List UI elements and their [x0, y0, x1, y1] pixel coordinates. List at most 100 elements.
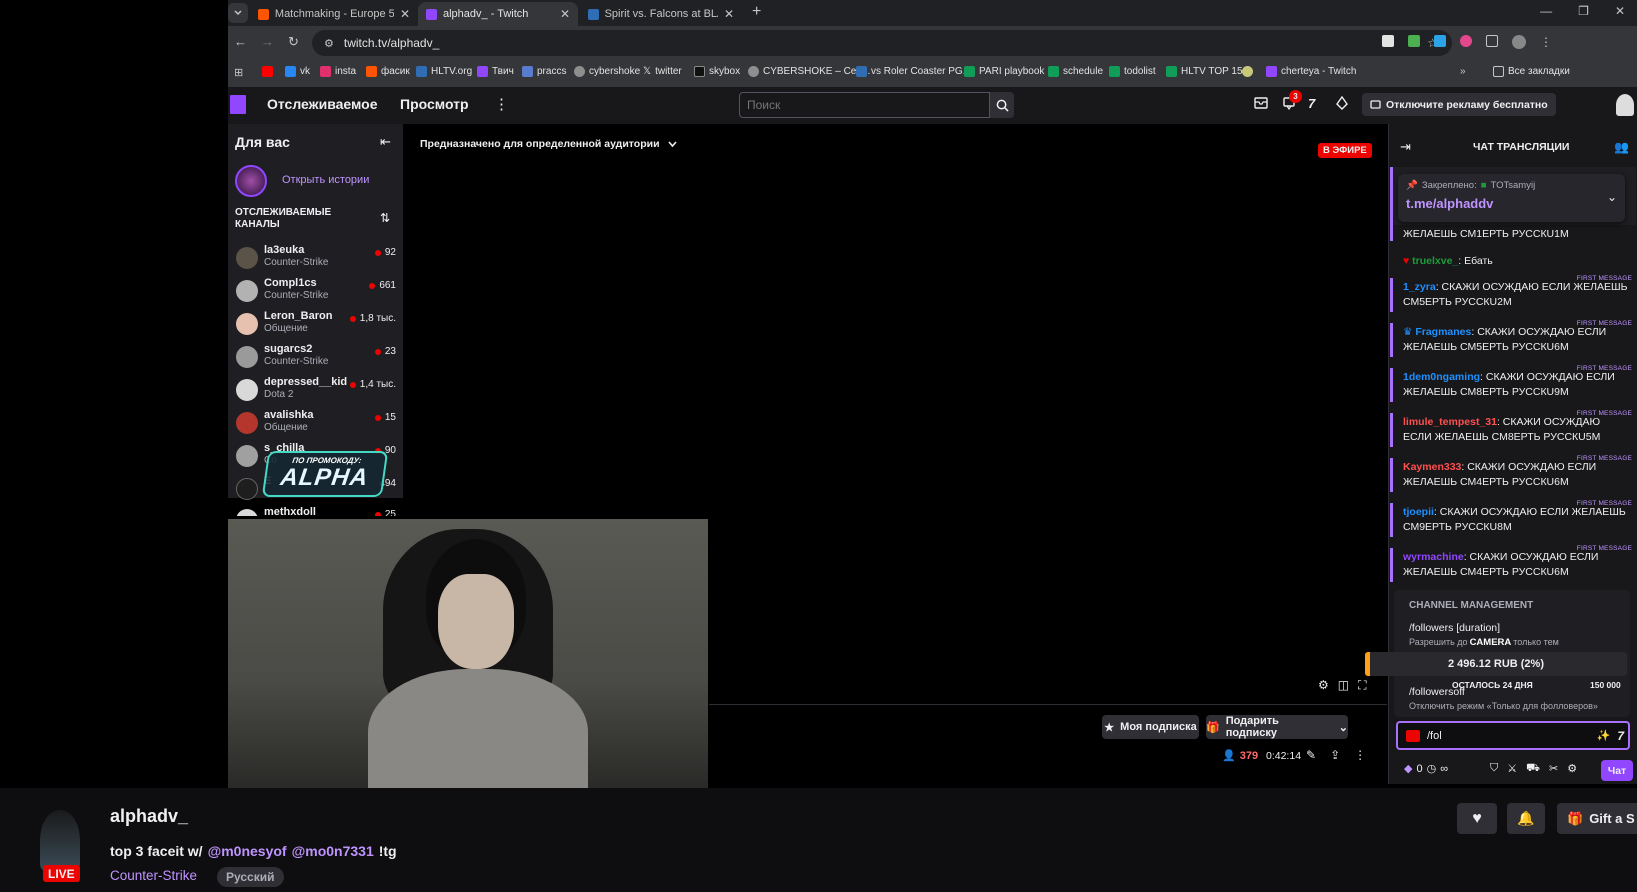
search-input[interactable]: [747, 98, 977, 112]
pinned-message[interactable]: 📌 Закреплено: ■ TOTsamyij t.me/alphaddv ⌄: [1398, 174, 1625, 222]
settings-icon[interactable]: ⚙: [1567, 762, 1577, 776]
community-icon[interactable]: 👥: [1614, 140, 1629, 154]
send-chat-button[interactable]: Чат: [1601, 760, 1633, 781]
extensions-puzzle-icon[interactable]: [1486, 35, 1498, 47]
command-followers[interactable]: /followers [duration]: [1409, 622, 1500, 634]
more-menu-icon[interactable]: ⋮: [494, 95, 509, 113]
bookmark-youtube[interactable]: [262, 66, 273, 77]
extension-icon[interactable]: [1408, 35, 1420, 47]
emote-icon[interactable]: ✨: [1597, 729, 1611, 742]
nav-browse[interactable]: Просмотр: [400, 96, 469, 112]
nav-following[interactable]: Отслеживаемое: [267, 96, 378, 112]
7tv-icon[interactable]: 7: [1617, 729, 1624, 743]
bookmark-praccs[interactable]: praccs: [522, 66, 566, 77]
close-tab-icon[interactable]: ✕: [400, 7, 410, 21]
more-options-icon[interactable]: ⋮: [1354, 748, 1366, 762]
bookmark-schedule[interactable]: schedule: [1048, 66, 1103, 77]
cut-icon[interactable]: ✂: [1549, 762, 1558, 776]
bookmark-skybox[interactable]: skybox: [694, 66, 740, 77]
pinned-text[interactable]: t.me/alphaddv: [1406, 196, 1493, 211]
channel-points[interactable]: ◆ 0 ◷ ∞: [1404, 762, 1448, 776]
chat-message[interactable]: ♥ truelxve_: Ебать: [1390, 252, 1636, 271]
command-followersoff[interactable]: /followersoff: [1409, 686, 1465, 698]
channel-item[interactable]: avalishka Общение 15: [236, 407, 396, 439]
follow-button[interactable]: ♥: [1457, 803, 1497, 834]
tab-list-button[interactable]: [228, 3, 248, 23]
more-menu-icon[interactable]: ⋮: [1540, 35, 1552, 49]
profile-avatar[interactable]: [1512, 35, 1526, 49]
back-button[interactable]: ←: [234, 34, 247, 50]
gift-sub-button[interactable]: 🎁 Подарить подписку ⌄: [1206, 715, 1348, 739]
channel-item[interactable]: Leron_Baron Общение 1,8 тыс.: [236, 308, 396, 340]
address-bar[interactable]: ⚙ twitch.tv/alphadv_ ☆: [312, 30, 1452, 56]
streamer-avatar[interactable]: [40, 810, 80, 870]
bits-icon[interactable]: [1336, 96, 1348, 110]
gift-sub-main-button[interactable]: 🎁 Gift a S: [1557, 803, 1637, 834]
chat-message[interactable]: FIRST MESSAGE ♛ Fragmanes: СКАЖИ ОСУЖДАЮ …: [1390, 320, 1636, 357]
chat-message[interactable]: FIRST MESSAGE limule_tempest_31: СКАЖИ ОС…: [1390, 410, 1636, 447]
fullscreen-icon[interactable]: ⛶: [1358, 678, 1366, 693]
user-avatar[interactable]: [1616, 94, 1634, 116]
chevron-down-icon[interactable]: ⌄: [1607, 190, 1617, 204]
chat-message[interactable]: FIRST MESSAGE tjoepii: СКАЖИ ОСУЖДАЮ ЕСЛИ…: [1390, 500, 1636, 537]
chat-message[interactable]: FIRST MESSAGE wyrmachine: СКАЖИ ОСУЖДАЮ Е…: [1390, 545, 1636, 582]
edit-icon[interactable]: ✎: [1306, 748, 1316, 762]
mention-link[interactable]: @mo0n7331: [292, 843, 374, 859]
chat-input[interactable]: [1427, 729, 1577, 742]
chat-message[interactable]: FIRST MESSAGE 1dem0ngaming: СКАЖИ ОСУЖДАЮ…: [1390, 365, 1636, 402]
channel-item[interactable]: Compl1cs Counter-Strike 661: [236, 275, 396, 307]
bookmark-cherteya[interactable]: cherteya - Twitch: [1266, 66, 1356, 77]
extension-icon[interactable]: [1382, 35, 1394, 47]
inbox-icon[interactable]: [1254, 97, 1268, 109]
extension-icon[interactable]: [1460, 35, 1472, 47]
mention-link[interactable]: @m0nesyof: [208, 843, 287, 859]
bookmark-todolist[interactable]: todolist: [1109, 66, 1156, 77]
chat-input-wrapper[interactable]: ✨ 7: [1396, 721, 1630, 750]
close-tab-icon[interactable]: ✕: [560, 7, 570, 21]
browser-tab-hltv[interactable]: Spirit vs. Falcons at BLAST Rival ✕: [580, 2, 742, 26]
bookmark-hltv-2[interactable]: vs Roler Coaster PG...: [856, 66, 971, 77]
extension-icon[interactable]: [1434, 35, 1446, 47]
theatre-mode-icon[interactable]: ◫: [1338, 678, 1349, 693]
share-icon[interactable]: ⇪: [1330, 748, 1340, 762]
all-bookmarks[interactable]: Все закладки: [1493, 66, 1570, 77]
bookmark-hltv-top[interactable]: HLTV TOP 150: [1166, 66, 1248, 77]
twitch-logo-icon[interactable]: [230, 95, 246, 114]
notifications-bell-button[interactable]: 🔔: [1507, 803, 1545, 834]
7tv-icon[interactable]: 7: [1308, 96, 1315, 111]
my-subscription-button[interactable]: ★ Моя подписка: [1102, 715, 1199, 739]
bookmark-hltv[interactable]: HLTV.org: [416, 66, 472, 77]
streamer-name[interactable]: alphadv_: [110, 806, 188, 827]
bookmark-cybershoke[interactable]: cybershoke: [574, 66, 640, 77]
game-link[interactable]: Counter-Strike: [110, 868, 197, 883]
bookmark-vk[interactable]: vk: [285, 66, 310, 77]
site-info-icon[interactable]: ⚙: [324, 37, 334, 50]
channel-item[interactable]: methxdoll 25: [236, 504, 396, 516]
stories-avatar[interactable]: [235, 165, 267, 197]
more-bookmarks-icon[interactable]: »: [1460, 66, 1466, 77]
channel-item[interactable]: sugarcs2 Counter-Strike 23: [236, 341, 396, 373]
new-tab-button[interactable]: +: [752, 3, 761, 21]
bookmark-insta[interactable]: insta: [320, 66, 356, 77]
sort-icon[interactable]: ⇅: [380, 211, 390, 225]
settings-icon[interactable]: ⚙: [1318, 678, 1329, 693]
chat-message[interactable]: ЖЕЛАЕШЬ СМ1ЕРТЬ РУССКU1M: [1390, 225, 1636, 241]
audience-notice[interactable]: Предназначено для определенной аудитории: [420, 138, 677, 150]
channel-item[interactable]: la3euka Counter-Strike 92: [236, 242, 396, 274]
close-tab-icon[interactable]: ✕: [724, 7, 734, 21]
minimize-button[interactable]: —: [1540, 4, 1552, 18]
sword-icon[interactable]: ⚔: [1507, 762, 1517, 776]
language-tag[interactable]: Русский: [217, 867, 284, 887]
forward-button[interactable]: →: [261, 34, 274, 50]
chat-message[interactable]: FIRST MESSAGE Kaymen333: СКАЖИ ОСУЖДАЮ ЕС…: [1390, 455, 1636, 492]
maximize-button[interactable]: ❐: [1578, 4, 1589, 18]
apps-icon[interactable]: ⊞: [234, 66, 243, 79]
bookmark-pari[interactable]: PARI playbook: [964, 66, 1044, 77]
browser-tab-faceit[interactable]: Matchmaking - Europe 5v5 Qua ✕: [250, 2, 418, 26]
collapse-chat-icon[interactable]: ⇥: [1400, 139, 1411, 155]
bookmark-twitter[interactable]: 𝕏twitter: [643, 66, 682, 77]
chat-message[interactable]: FIRST MESSAGE 1_zyra: СКАЖИ ОСУЖДАЮ ЕСЛИ …: [1390, 275, 1636, 312]
cart-icon[interactable]: ⛟: [1526, 762, 1540, 776]
browser-tab-twitch[interactable]: alphadv_ - Twitch ✕: [418, 2, 578, 26]
collapse-sidebar-icon[interactable]: ⇤: [380, 134, 391, 150]
